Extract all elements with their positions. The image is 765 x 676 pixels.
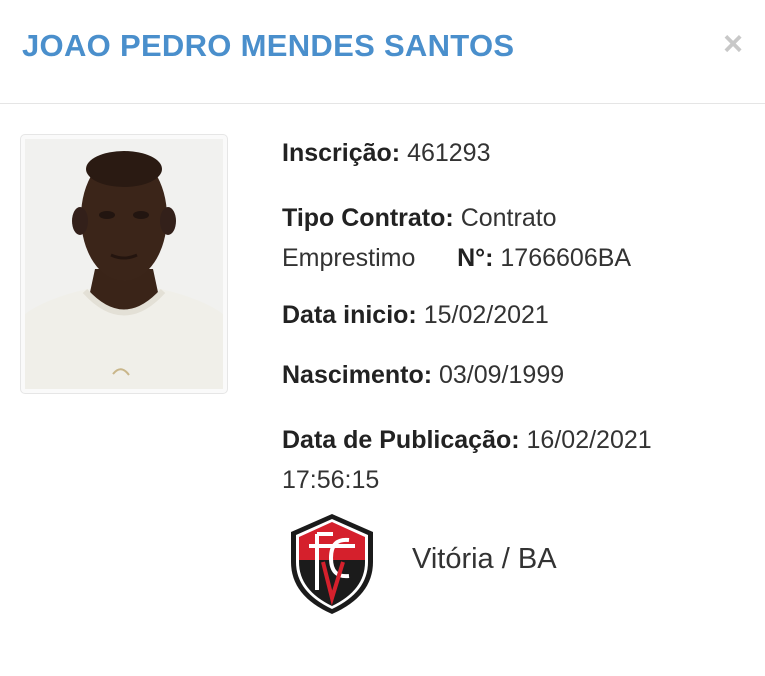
page-title: JOAO PEDRO MENDES SANTOS	[22, 28, 515, 63]
nascimento-label: Nascimento:	[282, 361, 433, 389]
inscricao-row: Inscrição: 461293	[282, 138, 742, 169]
player-details: Inscrição: 461293 Tipo Contrato: Contrat…	[282, 138, 742, 529]
close-button[interactable]: ×	[716, 26, 750, 62]
club-name: Vitória / BA	[412, 543, 557, 575]
tipo-contrato-value-2: Emprestimo	[282, 244, 416, 272]
player-photo	[20, 134, 228, 394]
publicacao-value: 16/02/2021	[526, 426, 652, 454]
modal-header: JOAO PEDRO MENDES SANTOS ×	[0, 0, 765, 104]
tipo-contrato-row: Tipo Contrato: Contrato Emprestimo N°: 1…	[282, 198, 742, 278]
publicacao-label: Data de Publicação:	[282, 426, 520, 454]
data-inicio-value: 15/02/2021	[423, 301, 549, 329]
player-photo-image	[25, 139, 223, 389]
tipo-contrato-value: Contrato	[460, 204, 557, 232]
numero-label: N°:	[457, 244, 494, 272]
inscricao-label: Inscrição:	[282, 139, 401, 167]
nascimento-value: 03/09/1999	[439, 361, 565, 389]
club-info: Vitória / BA	[287, 512, 707, 616]
nascimento-row: Nascimento: 03/09/1999	[282, 360, 742, 391]
data-inicio-row: Data inicio: 15/02/2021	[282, 300, 742, 331]
club-shield-icon	[291, 514, 373, 614]
tipo-contrato-label: Tipo Contrato:	[282, 204, 454, 232]
close-icon: ×	[723, 25, 743, 63]
publicacao-row: Data de Publicação: 16/02/2021 17:56:15	[282, 420, 742, 500]
data-inicio-label: Data inicio:	[282, 301, 417, 329]
inscricao-value: 461293	[407, 139, 491, 167]
numero-value: 1766606BA	[500, 244, 632, 272]
publicacao-time: 17:56:15	[282, 466, 380, 494]
